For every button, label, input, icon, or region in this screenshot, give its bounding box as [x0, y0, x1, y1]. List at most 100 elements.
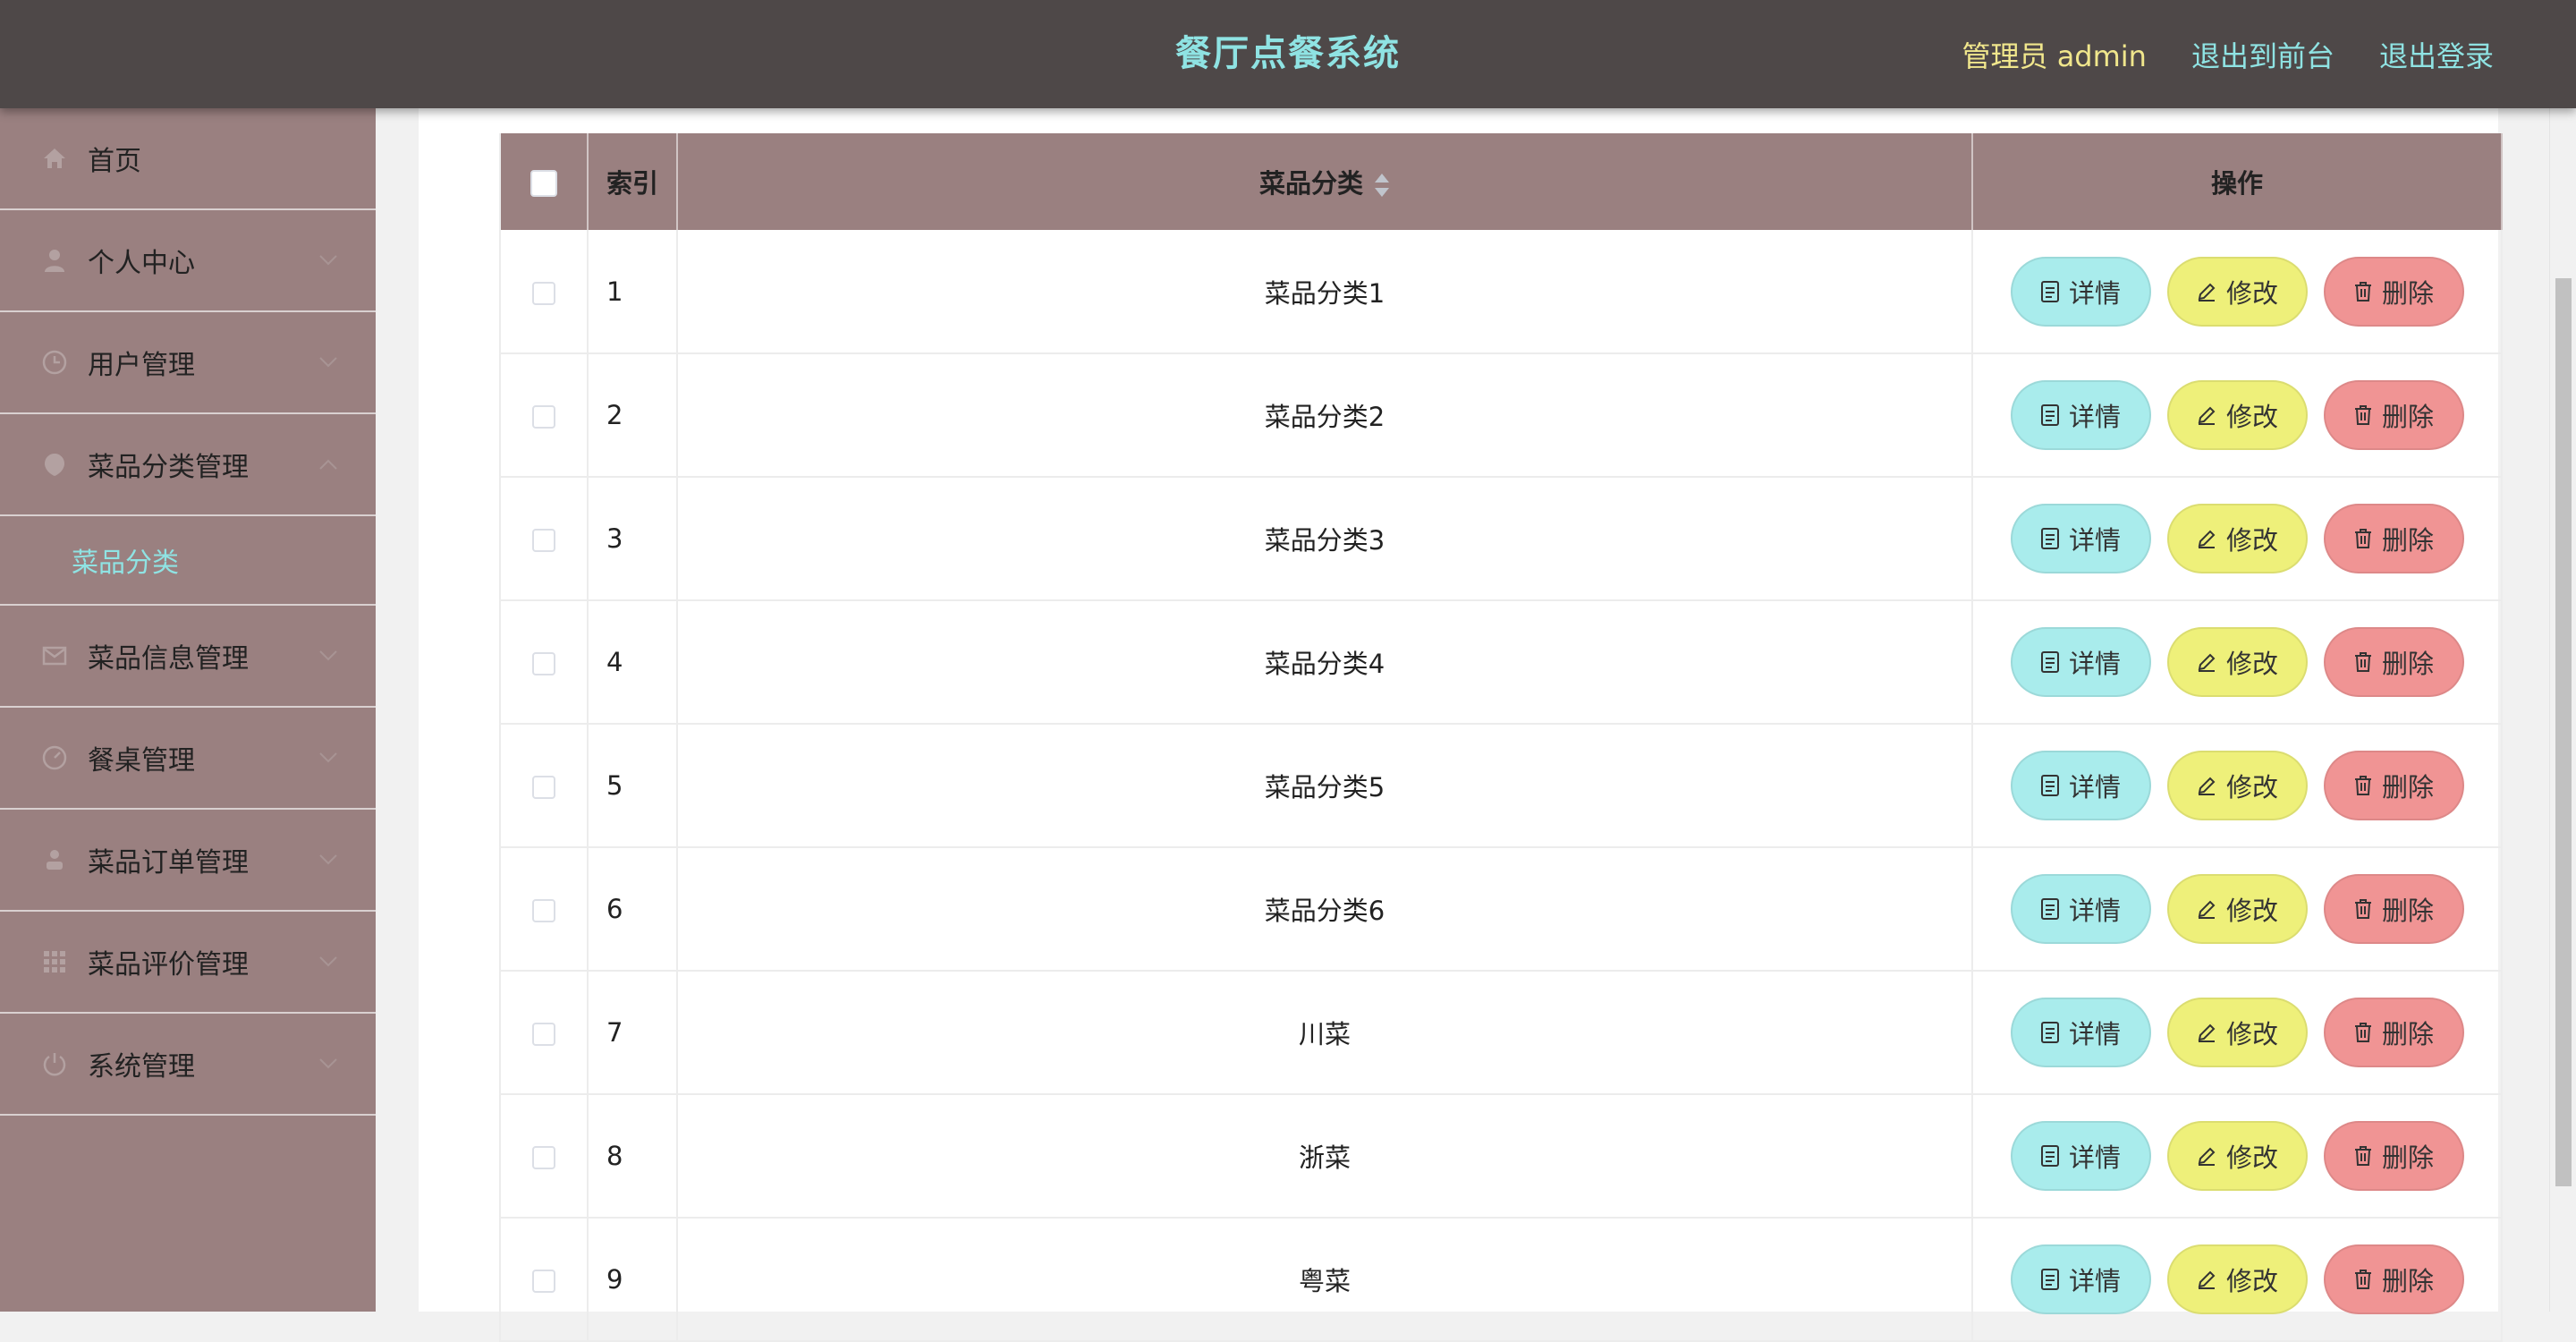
edit-button-label: 修改: [2225, 402, 2278, 432]
sidebar-item-dish-order-management[interactable]: 菜品订单管理: [0, 810, 376, 912]
edit-button[interactable]: 修改: [2166, 1121, 2308, 1191]
sidebar-item-home[interactable]: 首页: [0, 108, 376, 210]
delete-button-label: 删除: [2381, 1266, 2434, 1296]
row-select-cell[interactable]: [499, 971, 589, 1095]
detail-button-label: 详情: [2068, 896, 2121, 926]
delete-button[interactable]: 删除: [2323, 1121, 2464, 1191]
row-select-cell[interactable]: [499, 724, 589, 848]
detail-button[interactable]: 详情: [2010, 998, 2151, 1067]
edit-button[interactable]: 修改: [2166, 380, 2308, 450]
table-row: 7 川菜 详情 修改 删除: [499, 971, 2503, 1095]
page-scrollbar[interactable]: [2549, 108, 2576, 1312]
row-select-cell[interactable]: [499, 1218, 589, 1342]
delete-button-label: 删除: [2381, 772, 2434, 803]
row-select-cell[interactable]: [499, 1094, 589, 1219]
row-checkbox[interactable]: [532, 281, 555, 305]
row-select-cell[interactable]: [499, 353, 589, 478]
sidebar-item-system-management[interactable]: 系统管理: [0, 1014, 376, 1116]
row-select-cell[interactable]: [499, 847, 589, 972]
table-row: 2 菜品分类2 详情 修改 删除: [499, 353, 2503, 478]
table-body: 1 菜品分类1 详情 修改 删除 2 菜品分类2 详情 修改 删除 3 菜品分类…: [499, 230, 2503, 1342]
row-checkbox[interactable]: [532, 1146, 555, 1169]
row-checkbox[interactable]: [532, 1023, 555, 1046]
row-action-buttons: 详情 修改 删除: [1973, 998, 2501, 1067]
pencil-icon: [2198, 530, 2216, 548]
trash-icon: [2354, 529, 2371, 548]
row-index: 8: [588, 1094, 678, 1219]
row-operations: 详情 修改 删除: [1972, 724, 2503, 848]
sidebar-item-label: 用户管理: [88, 350, 195, 381]
edit-button[interactable]: 修改: [2166, 998, 2308, 1067]
sidebar-item-label: 个人中心: [88, 248, 195, 279]
sidebar-item-dish-review-management[interactable]: 菜品评价管理: [0, 912, 376, 1014]
header-category-name[interactable]: 菜品分类: [677, 133, 1973, 230]
pencil-icon: [2198, 406, 2216, 425]
row-index: 7: [588, 971, 678, 1095]
detail-button[interactable]: 详情: [2010, 874, 2151, 944]
delete-button[interactable]: 删除: [2323, 380, 2464, 450]
sidebar-item-personal-center[interactable]: 个人中心: [0, 210, 376, 312]
edit-button[interactable]: 修改: [2166, 504, 2308, 573]
delete-button[interactable]: 删除: [2323, 504, 2464, 573]
detail-button[interactable]: 详情: [2010, 751, 2151, 820]
edit-button[interactable]: 修改: [2166, 1244, 2308, 1314]
row-action-buttons: 详情 修改 删除: [1973, 1244, 2501, 1314]
detail-button[interactable]: 详情: [2010, 627, 2151, 697]
edit-button[interactable]: 修改: [2166, 751, 2308, 820]
sidebar-item-dish-category-management[interactable]: 菜品分类管理: [0, 414, 376, 516]
row-select-cell[interactable]: [499, 230, 589, 354]
person-icon: [41, 846, 68, 873]
row-select-cell[interactable]: [499, 600, 589, 725]
row-checkbox[interactable]: [532, 529, 555, 552]
row-checkbox[interactable]: [532, 1270, 555, 1293]
row-select-cell[interactable]: [499, 477, 589, 601]
pencil-icon: [2198, 1023, 2216, 1042]
row-category-name: 菜品分类2: [677, 353, 1973, 478]
header-select-all[interactable]: [499, 133, 589, 230]
row-checkbox[interactable]: [532, 405, 555, 429]
sidebar-item-dish-info-management[interactable]: 菜品信息管理: [0, 606, 376, 708]
row-category-name: 粤菜: [677, 1218, 1973, 1342]
delete-button[interactable]: 删除: [2323, 751, 2464, 820]
exit-to-frontend-link[interactable]: 退出到前台: [2191, 34, 2334, 75]
row-action-buttons: 详情 修改 删除: [1973, 504, 2501, 573]
detail-button-label: 详情: [2068, 1019, 2121, 1049]
row-operations: 详情 修改 删除: [1972, 600, 2503, 725]
delete-button[interactable]: 删除: [2323, 627, 2464, 697]
row-action-buttons: 详情 修改 删除: [1973, 627, 2501, 697]
delete-button[interactable]: 删除: [2323, 998, 2464, 1067]
sidebar-item-label: 菜品分类管理: [88, 452, 249, 483]
chevron-down-icon: [319, 956, 337, 967]
document-icon: [2040, 651, 2059, 673]
main-content: 索引 菜品分类 操作 1 菜品分类1 详情 修改 删除 2 菜品分类2 详情 修…: [376, 108, 2576, 1342]
detail-button[interactable]: 详情: [2010, 380, 2151, 450]
select-all-checkbox[interactable]: [530, 170, 557, 197]
detail-button[interactable]: 详情: [2010, 1121, 2151, 1191]
sidebar-item-table-management[interactable]: 餐桌管理: [0, 708, 376, 810]
sidebar-item-label: 菜品订单管理: [88, 847, 249, 879]
scrollbar-thumb[interactable]: [2555, 278, 2572, 1186]
delete-button-label: 删除: [2381, 896, 2434, 926]
edit-button[interactable]: 修改: [2166, 627, 2308, 697]
delete-button[interactable]: 删除: [2323, 1244, 2464, 1314]
delete-button[interactable]: 删除: [2323, 256, 2464, 327]
edit-button[interactable]: 修改: [2166, 874, 2308, 944]
delete-button-label: 删除: [2381, 402, 2434, 432]
trash-icon: [2354, 281, 2371, 302]
row-checkbox[interactable]: [532, 776, 555, 799]
sidebar-item-user-management[interactable]: 用户管理: [0, 312, 376, 414]
chevron-down-icon: [319, 650, 337, 661]
clock-icon: [41, 349, 68, 376]
row-checkbox[interactable]: [532, 652, 555, 675]
row-checkbox[interactable]: [532, 899, 555, 922]
delete-button[interactable]: 删除: [2323, 874, 2464, 944]
detail-button[interactable]: 详情: [2010, 504, 2151, 573]
detail-button[interactable]: 详情: [2010, 256, 2151, 327]
sort-icon[interactable]: [1374, 174, 1390, 197]
detail-button[interactable]: 详情: [2010, 1244, 2151, 1314]
row-index: 5: [588, 724, 678, 848]
edit-button[interactable]: 修改: [2166, 256, 2308, 327]
detail-button-label: 详情: [2068, 1142, 2121, 1173]
sidebar-subitem-dish-category[interactable]: 菜品分类: [0, 516, 376, 606]
logout-link[interactable]: 退出登录: [2379, 34, 2494, 75]
